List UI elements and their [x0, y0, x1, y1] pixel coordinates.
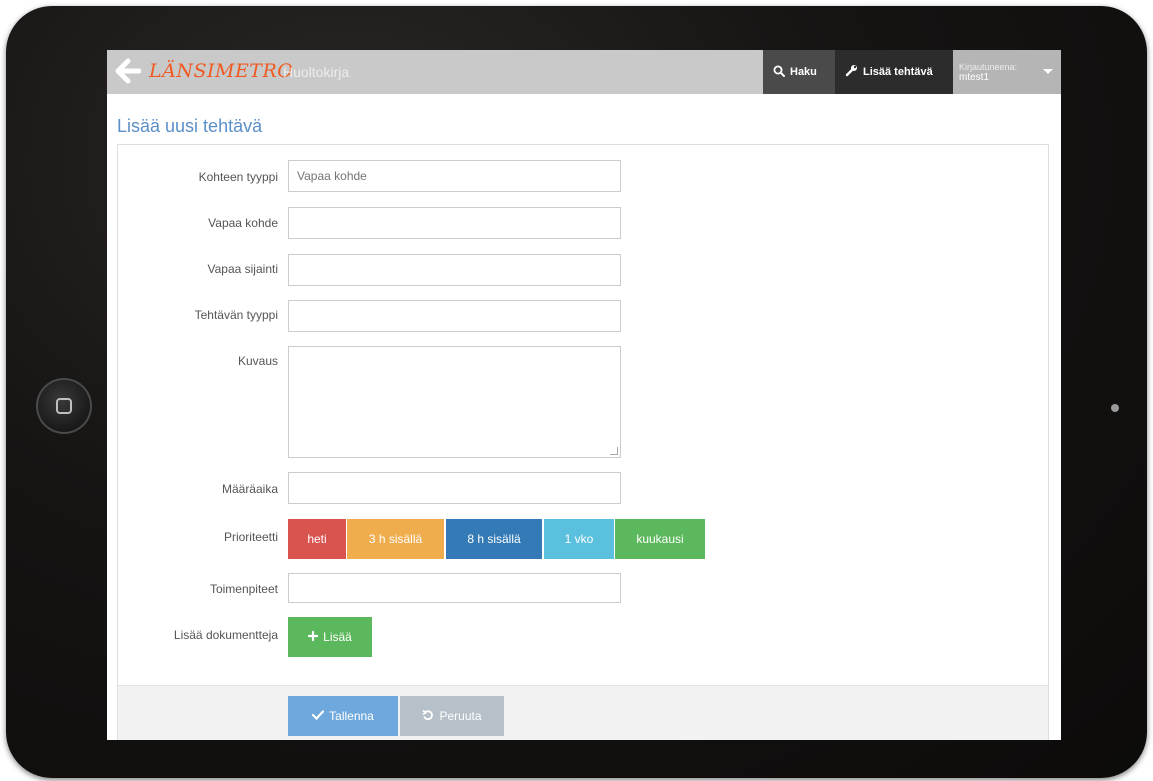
- task-form-panel: Kohteen tyyppi Vapaa kohde Vapaa sijaint…: [117, 144, 1049, 740]
- deadline-label: Määräaika: [221, 482, 278, 496]
- save-button[interactable]: Tallenna: [288, 696, 398, 736]
- priority-3h-button[interactable]: 3 h sisällä: [347, 519, 444, 559]
- priority-heti-button[interactable]: heti: [288, 519, 346, 559]
- task-type-field[interactable]: [288, 300, 621, 332]
- navbar: LÄNSIMETRO Huoltokirja Haku Lisää tehtäv…: [107, 50, 1061, 94]
- search-label: Haku: [790, 66, 817, 78]
- actions-label: Toimenpiteet: [209, 582, 278, 596]
- undo-icon: [422, 709, 434, 724]
- resize-grip-icon[interactable]: [610, 447, 618, 455]
- priority-1vko-button[interactable]: 1 vko: [544, 519, 614, 559]
- username: mtest1: [959, 71, 990, 83]
- free-location-field[interactable]: [288, 254, 621, 286]
- form-footer: [118, 685, 1048, 740]
- description-label: Kuvaus: [237, 354, 278, 368]
- documents-label: Lisää dokumentteja: [173, 628, 278, 642]
- save-label: Tallenna: [329, 709, 374, 723]
- arrow-left-icon[interactable]: [115, 56, 142, 86]
- free-target-label: Vapaa kohde: [208, 216, 278, 230]
- lansimetro-logo[interactable]: LÄNSIMETRO: [149, 59, 293, 83]
- priority-kuukausi-button[interactable]: kuukausi: [615, 519, 705, 559]
- priority-label: Prioriteetti: [223, 530, 278, 544]
- target-type-field[interactable]: [288, 160, 621, 192]
- wrench-icon: [845, 64, 858, 80]
- check-icon: [312, 709, 325, 723]
- app-name: Huoltokirja: [283, 64, 350, 80]
- target-type-label: Kohteen tyyppi: [198, 170, 278, 184]
- page-title: Lisää uusi tehtävä: [117, 116, 263, 136]
- plus-icon: [308, 630, 319, 644]
- search-button[interactable]: Haku: [763, 50, 835, 94]
- deadline-field[interactable]: [288, 472, 621, 504]
- app-screen: LÄNSIMETRO Huoltokirja Haku Lisää tehtäv…: [107, 50, 1061, 740]
- home-button[interactable]: [36, 378, 92, 434]
- caret-down-icon: [1043, 69, 1053, 74]
- add-document-label: Lisää: [323, 630, 352, 644]
- add-task-button[interactable]: Lisää tehtävä: [835, 50, 953, 94]
- add-document-button[interactable]: Lisää: [288, 617, 372, 657]
- search-icon: [773, 65, 785, 80]
- priority-8h-button[interactable]: 8 h sisällä: [446, 519, 542, 559]
- free-location-label: Vapaa sijainti: [207, 262, 279, 276]
- add-task-label: Lisää tehtävä: [863, 66, 933, 78]
- task-type-label: Tehtävän tyyppi: [194, 308, 278, 322]
- actions-field[interactable]: [288, 573, 621, 603]
- camera-icon: [1111, 404, 1119, 412]
- user-label: Kirjautuneena:: [959, 61, 1018, 72]
- free-target-field[interactable]: [288, 207, 621, 239]
- description-textarea[interactable]: [288, 346, 621, 458]
- user-menu[interactable]: Kirjautuneena: mtest1: [953, 50, 1061, 94]
- cancel-button[interactable]: Peruuta: [400, 696, 504, 736]
- cancel-label: Peruuta: [439, 709, 482, 723]
- home-square-icon: [56, 398, 72, 414]
